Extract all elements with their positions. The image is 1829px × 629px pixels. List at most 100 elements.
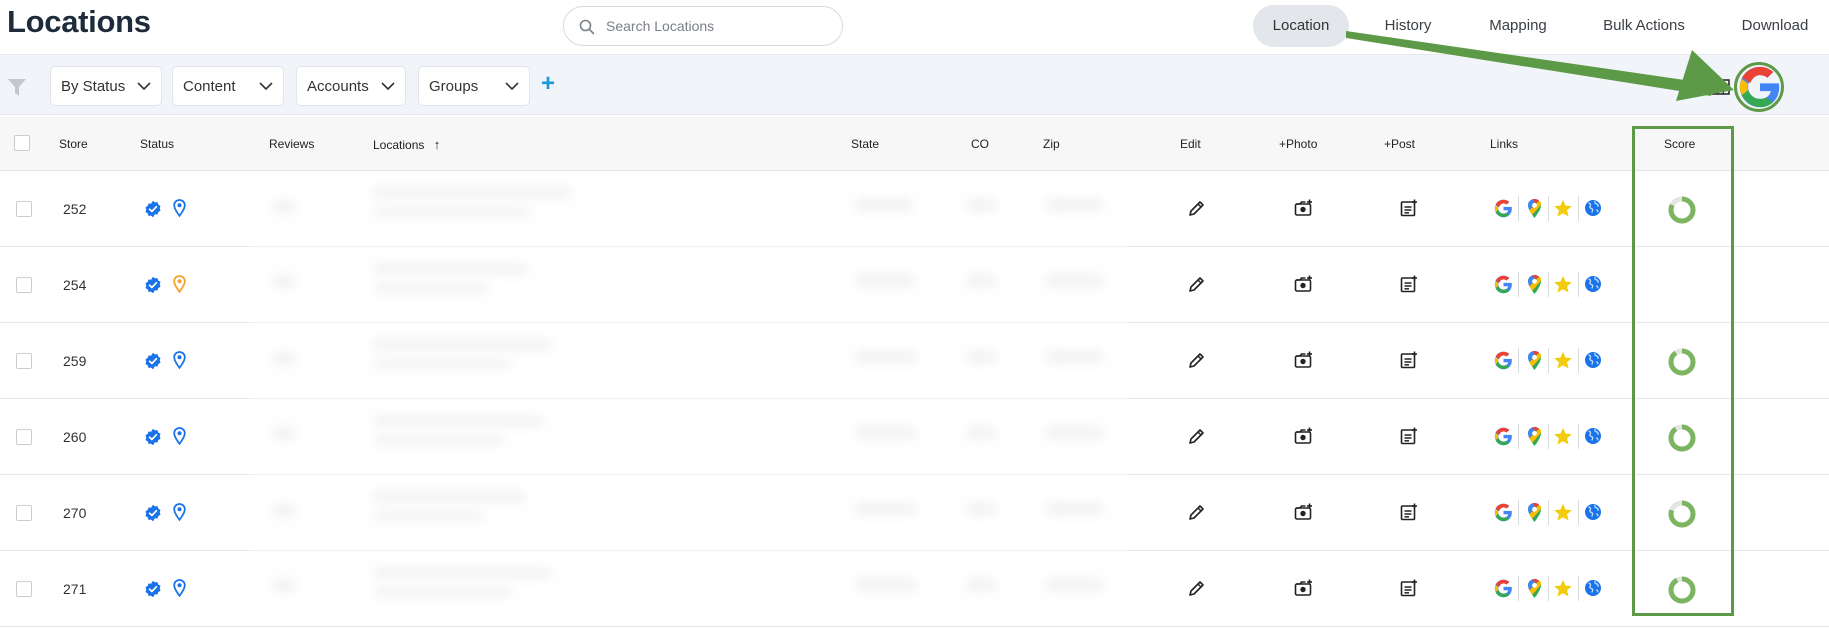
pencil-icon[interactable] (1188, 200, 1205, 217)
google-button-highlight (1734, 62, 1784, 112)
accounts-filter-dropdown[interactable]: Accounts (296, 66, 406, 106)
pencil-icon[interactable] (1188, 352, 1205, 369)
add-post-icon[interactable] (1400, 199, 1418, 217)
col-locations[interactable]: Locations ↑ (373, 137, 440, 152)
row-checkbox[interactable] (16, 277, 32, 293)
store-number: 271 (63, 581, 87, 597)
links-divider (1518, 196, 1519, 221)
tab-mapping[interactable]: Mapping (1470, 5, 1566, 47)
links-divider (1578, 348, 1579, 373)
table-header: Store Status Reviews Locations ↑ State C… (0, 116, 1829, 171)
google-icon[interactable] (1494, 579, 1513, 598)
globe-icon[interactable] (1584, 503, 1602, 521)
add-post-icon[interactable] (1400, 579, 1418, 597)
links-divider (1548, 272, 1549, 297)
col-co[interactable]: CO (971, 137, 989, 151)
store-number: 259 (63, 353, 87, 369)
col-state[interactable]: State (851, 137, 879, 151)
map-pin-icon[interactable] (173, 199, 186, 217)
row-checkbox[interactable] (16, 429, 32, 445)
store-number: 270 (63, 505, 87, 521)
grid-icon[interactable] (1711, 79, 1730, 95)
groups-filter-dropdown[interactable]: Groups (418, 66, 530, 106)
star-icon[interactable] (1553, 199, 1573, 218)
verified-badge-icon (145, 504, 161, 522)
google-maps-icon[interactable] (1527, 502, 1542, 523)
add-post-icon[interactable] (1400, 503, 1418, 521)
google-maps-icon[interactable] (1527, 274, 1542, 295)
col-reviews[interactable]: Reviews (269, 137, 314, 151)
search-input[interactable] (606, 15, 831, 37)
add-photo-icon[interactable] (1294, 427, 1313, 445)
google-maps-icon[interactable] (1527, 426, 1542, 447)
google-icon[interactable] (1494, 275, 1513, 294)
google-maps-icon[interactable] (1527, 198, 1542, 219)
pencil-icon[interactable] (1188, 428, 1205, 445)
links-divider (1548, 500, 1549, 525)
row-checkbox[interactable] (16, 201, 32, 217)
google-icon[interactable] (1494, 427, 1513, 446)
globe-icon[interactable] (1584, 199, 1602, 217)
map-pin-icon[interactable] (173, 503, 186, 521)
row-checkbox[interactable] (16, 353, 32, 369)
google-icon[interactable] (1494, 199, 1513, 218)
google-icon[interactable] (1494, 503, 1513, 522)
add-photo-icon[interactable] (1294, 351, 1313, 369)
col-store[interactable]: Store (59, 137, 88, 151)
map-pin-icon[interactable] (173, 275, 186, 293)
tab-history[interactable]: History (1365, 5, 1451, 47)
star-icon[interactable] (1553, 427, 1573, 446)
star-icon[interactable] (1553, 351, 1573, 370)
google-icon[interactable] (1494, 351, 1513, 370)
tab-bulk-actions[interactable]: Bulk Actions (1591, 5, 1697, 47)
map-pin-icon[interactable] (173, 427, 186, 445)
links-divider (1518, 424, 1519, 449)
col-status[interactable]: Status (140, 137, 174, 151)
status-filter-label: By Status (61, 78, 126, 95)
row-checkbox[interactable] (16, 581, 32, 597)
links-divider (1578, 196, 1579, 221)
add-filter-button[interactable]: + (541, 72, 555, 96)
globe-icon[interactable] (1584, 275, 1602, 293)
google-maps-icon[interactable] (1527, 350, 1542, 371)
add-post-icon[interactable] (1400, 427, 1418, 445)
add-photo-icon[interactable] (1294, 199, 1313, 217)
col-zip[interactable]: Zip (1043, 137, 1060, 151)
filter-icon[interactable] (7, 78, 27, 97)
accounts-filter-label: Accounts (307, 78, 369, 95)
star-icon[interactable] (1553, 503, 1573, 522)
pencil-icon[interactable] (1188, 504, 1205, 521)
google-maps-icon[interactable] (1527, 578, 1542, 599)
tab-download[interactable]: Download (1730, 5, 1820, 47)
pencil-icon[interactable] (1188, 580, 1205, 597)
locations-page: Locations Location History Mapping Bulk … (0, 0, 1829, 629)
store-number: 254 (63, 277, 87, 293)
col-links: Links (1490, 137, 1519, 151)
globe-icon[interactable] (1584, 351, 1602, 369)
col-post: +Post (1384, 137, 1416, 151)
tab-location[interactable]: Location (1253, 5, 1349, 47)
add-post-icon[interactable] (1400, 351, 1418, 369)
globe-icon[interactable] (1584, 579, 1602, 597)
select-all-checkbox[interactable] (14, 135, 30, 151)
search-box[interactable] (563, 6, 843, 46)
pencil-icon[interactable] (1188, 276, 1205, 293)
col-edit: Edit (1180, 137, 1201, 151)
star-icon[interactable] (1553, 275, 1573, 294)
content-filter-dropdown[interactable]: Content (172, 66, 284, 106)
links-divider (1578, 500, 1579, 525)
star-icon[interactable] (1553, 579, 1573, 598)
map-pin-icon[interactable] (173, 579, 186, 597)
status-filter-dropdown[interactable]: By Status (50, 66, 162, 106)
map-pin-icon[interactable] (173, 351, 186, 369)
add-post-icon[interactable] (1400, 275, 1418, 293)
add-photo-icon[interactable] (1294, 503, 1313, 521)
store-number: 252 (63, 201, 87, 217)
content-filter-label: Content (183, 78, 236, 95)
top-header: Locations Location History Mapping Bulk … (0, 0, 1829, 54)
row-checkbox[interactable] (16, 505, 32, 521)
add-photo-icon[interactable] (1294, 579, 1313, 597)
globe-icon[interactable] (1584, 427, 1602, 445)
filter-bar: By Status Content Accounts Groups + (0, 54, 1829, 115)
add-photo-icon[interactable] (1294, 275, 1313, 293)
